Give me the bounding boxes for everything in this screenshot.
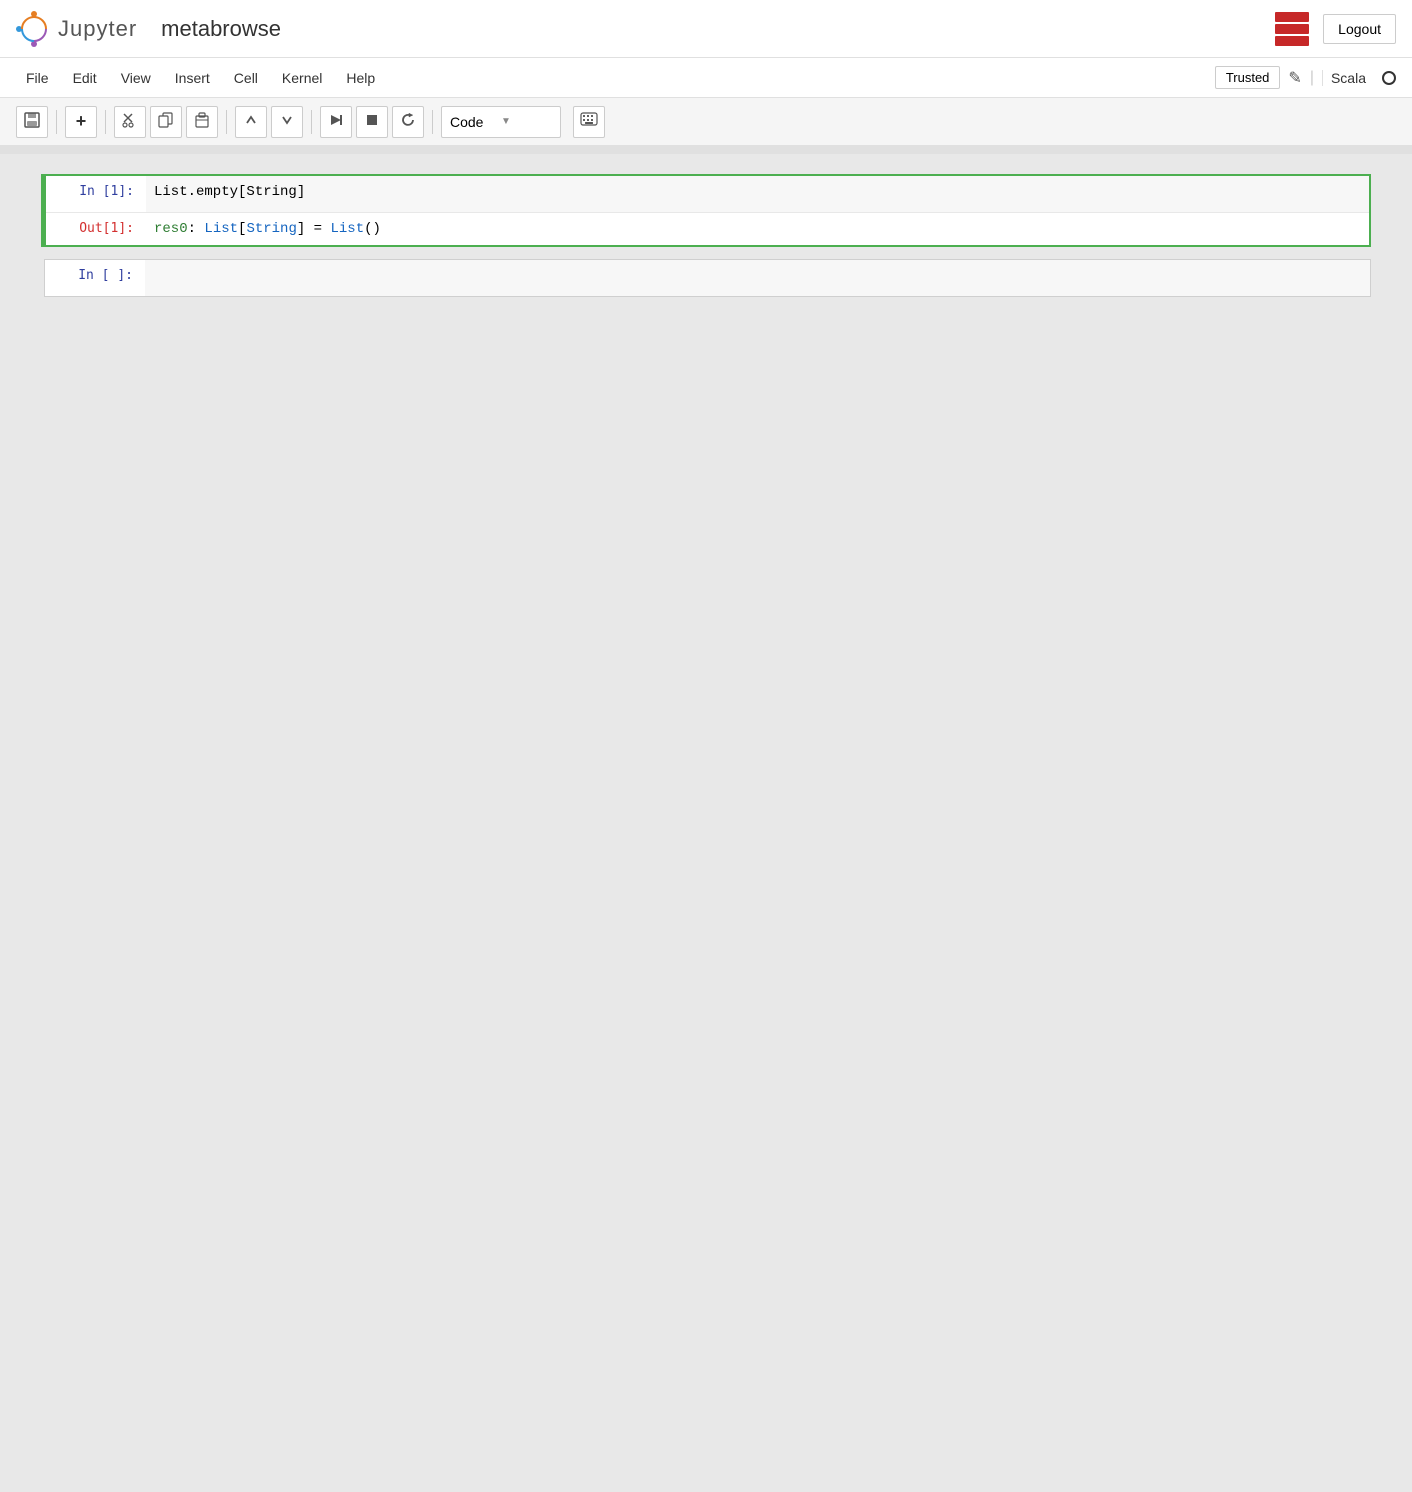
notebook-title[interactable]: metabrowse [161,16,281,42]
cell-container: In [1]: List.empty[String] Out[1]: res0:… [21,174,1391,297]
arrow-down-icon [280,113,294,130]
cut-button[interactable] [114,106,146,138]
menubar: File Edit View Insert Cell Kernel Help T… [0,58,1412,98]
cell-1-input-row: In [1]: List.empty[String] [46,176,1369,212]
cell-type-arrow-icon: ▼ [501,116,552,127]
separator-3 [226,110,227,134]
paste-button[interactable] [186,106,218,138]
navbar-brand: Jupyter metabrowse [16,11,1273,47]
save-icon [24,112,40,131]
restart-icon [400,112,416,131]
menu-cell[interactable]: Cell [224,66,268,90]
cell-2-input-prompt: In [ ]: [45,260,145,296]
move-up-button[interactable] [235,106,267,138]
cell-2: In [ ]: [41,259,1371,297]
arrow-up-icon [244,113,258,130]
cell-type-select[interactable]: Code ▼ [441,106,561,138]
keyboard-shortcuts-button[interactable] [573,106,605,138]
jupyter-logo: Jupyter [16,11,137,47]
menu-view[interactable]: View [111,66,161,90]
code-text: List.empty[String] [154,184,305,200]
menu-help[interactable]: Help [336,66,385,90]
cell-1-output-prompt: Out[1]: [46,213,146,245]
pencil-icon[interactable]: ✎ [1288,68,1301,88]
output-type2: String [246,221,296,237]
trusted-button[interactable]: Trusted [1215,66,1281,89]
copy-icon [158,112,174,131]
separator-1 [56,110,57,134]
toolbar-notebook-divider [0,146,1412,154]
menu-kernel[interactable]: Kernel [272,66,332,90]
move-down-button[interactable] [271,106,303,138]
keyboard-icon [580,112,598,131]
output-value: List [330,221,364,237]
cell-2-wrapper: In [ ]: [44,259,1371,297]
separator-2 [105,110,106,134]
notebook-area: In [1]: List.empty[String] Out[1]: res0:… [0,154,1412,1354]
separator-4 [311,110,312,134]
stop-icon [365,113,379,130]
toolbar: + [0,98,1412,146]
output-colon: : [188,221,205,237]
cell-1-output: res0: List[String] = List() [146,213,1369,245]
cut-icon [122,112,138,131]
logout-button[interactable]: Logout [1323,14,1396,44]
menu-file[interactable]: File [16,66,59,90]
navbar-right: Logout [1273,10,1396,48]
cell-2-input-row: In [ ]: [45,260,1370,296]
output-bracket-close: ] [297,221,305,237]
output-type1: List [204,221,238,237]
save-button[interactable] [16,106,48,138]
run-next-icon [329,113,343,130]
paste-icon [194,112,210,131]
kernel-name: Scala [1322,70,1374,86]
cell-1-input[interactable]: List.empty[String] [146,176,1369,212]
cell-2-input[interactable] [145,260,1370,296]
cell-1-wrapper: In [1]: List.empty[String] Out[1]: res0:… [44,174,1371,247]
menu-edit[interactable]: Edit [63,66,107,90]
jupyter-text: Jupyter [58,16,137,42]
cell-type-label: Code [450,114,501,130]
stop-button[interactable] [356,106,388,138]
cell-1: In [1]: List.empty[String] Out[1]: res0:… [41,174,1371,247]
navbar: Jupyter metabrowse Logout [0,0,1412,58]
jupyter-logo-icon [16,11,52,47]
spark-logo-icon [1273,10,1311,48]
run-next-button[interactable] [320,106,352,138]
add-cell-button[interactable]: + [65,106,97,138]
copy-button[interactable] [150,106,182,138]
cell-1-input-prompt: In [1]: [46,176,146,212]
output-equals: = [305,221,330,237]
plus-icon: + [76,111,87,132]
output-var: res0 [154,221,188,237]
menubar-right: Trusted ✎ | Scala [1215,66,1396,89]
separator-5 [432,110,433,134]
kernel-status-icon [1382,71,1396,85]
output-parens: () [364,221,381,237]
restart-button[interactable] [392,106,424,138]
menu-insert[interactable]: Insert [165,66,220,90]
cell-1-output-row: Out[1]: res0: List[String] = List() [46,212,1369,245]
